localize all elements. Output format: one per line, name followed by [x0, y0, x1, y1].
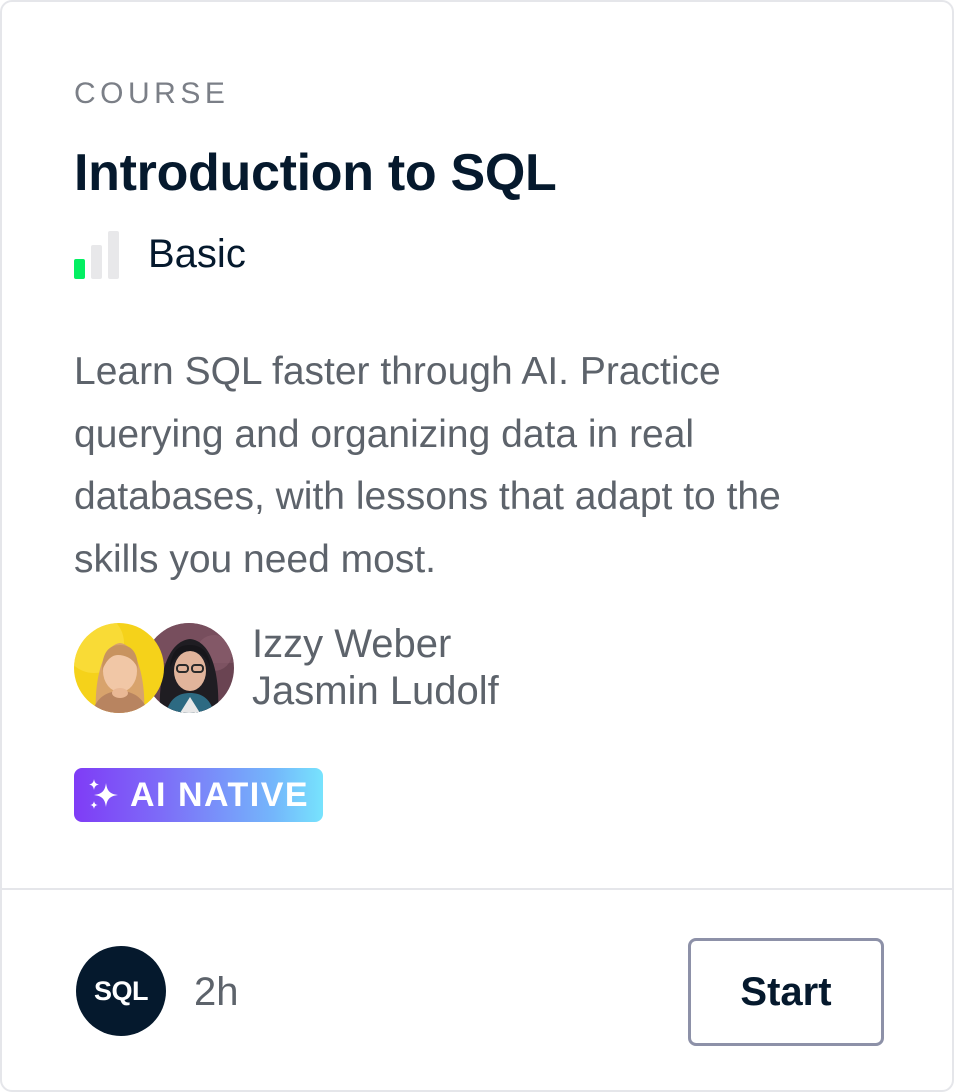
instructor-avatars	[74, 621, 236, 715]
course-duration: 2h	[194, 970, 239, 1014]
sparkle-icon	[89, 779, 118, 809]
course-card[interactable]: COURSE Introduction to SQL Basic Learn S…	[0, 0, 954, 1092]
footer-divider	[2, 888, 952, 890]
ai-native-badge: AI NATIVE	[74, 768, 324, 822]
difficulty-level: Basic	[74, 228, 246, 280]
signal-bars-icon	[74, 231, 119, 279]
course-description: Learn SQL faster through AI. Practice qu…	[74, 350, 781, 581]
course-title[interactable]: Introduction to SQL	[74, 140, 557, 206]
content-type-label: COURSE	[74, 77, 230, 110]
instructors: Izzy Weber Jasmin Ludolf	[74, 620, 499, 716]
difficulty-label: Basic	[148, 232, 246, 276]
instructor-name[interactable]: Izzy Weber	[252, 621, 499, 668]
start-button[interactable]: Start	[688, 938, 884, 1046]
badge-label: AI NATIVE	[130, 776, 310, 814]
sql-technology-icon: SQL	[76, 946, 166, 1036]
instructor-names: Izzy Weber Jasmin Ludolf	[252, 621, 499, 715]
avatar	[74, 623, 164, 713]
instructor-name[interactable]: Jasmin Ludolf	[252, 668, 499, 715]
